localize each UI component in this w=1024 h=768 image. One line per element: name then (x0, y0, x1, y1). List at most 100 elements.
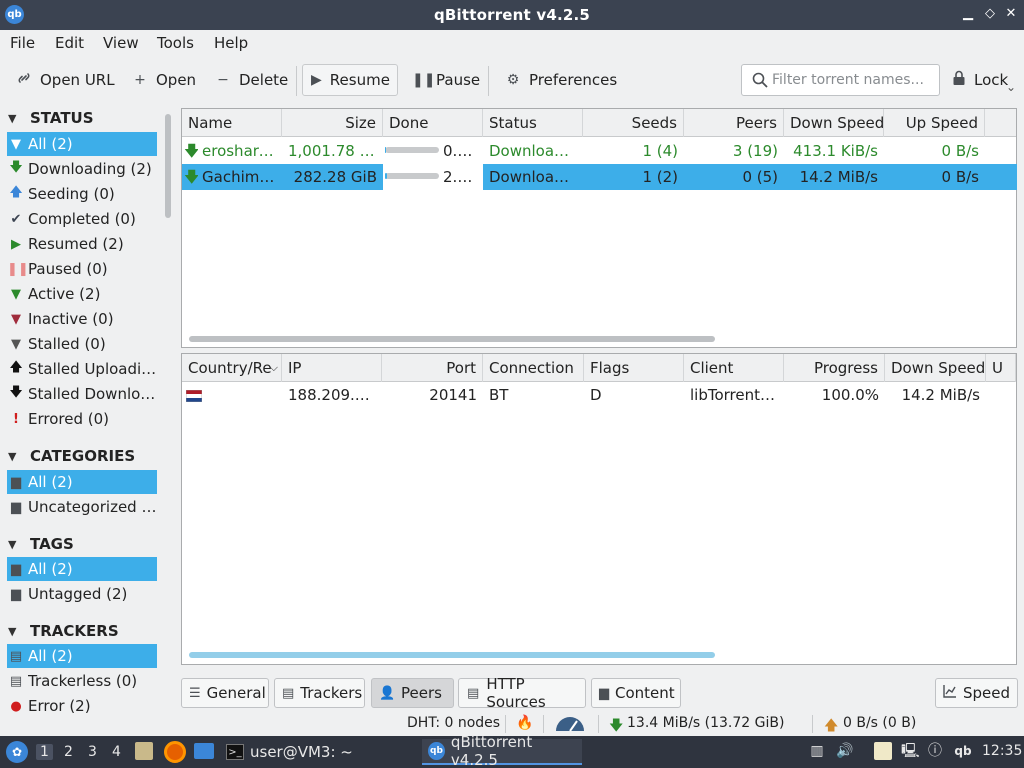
column-name[interactable]: Name (182, 109, 282, 137)
peers-list-hscrollbar[interactable] (189, 652, 715, 658)
status-item-all[interactable]: ▼ All (2) (7, 132, 157, 156)
torrent-list[interactable]: Name Size Done Status Seeds Peers Down S… (181, 108, 1017, 348)
file-manager-icon[interactable] (135, 742, 153, 760)
column-status[interactable]: Status (483, 109, 583, 137)
sidebar-scrollbar-thumb[interactable] (165, 114, 171, 218)
column-up-speed[interactable]: Up Speed (884, 109, 985, 137)
tab-content[interactable]: ▆ Content (591, 678, 681, 708)
resume-button[interactable]: ▶ Resume (302, 64, 398, 96)
volume-tray-icon[interactable]: 🔊 (836, 742, 854, 760)
categories-section-header[interactable]: ▼ CATEGORIES (8, 445, 135, 467)
upload-speed-status[interactable]: 0 B/s (0 B) (843, 715, 916, 731)
column-port[interactable]: Port (382, 354, 483, 382)
tracker-item-all[interactable]: ▤ All (2) (7, 644, 157, 668)
folder-icon: ▆ (11, 499, 21, 515)
peers-list[interactable]: Country/Re ⌵ IP Port Connection Flags Cl… (181, 353, 1017, 665)
filter-search-box[interactable] (741, 64, 940, 96)
speed-button[interactable]: Speed (935, 678, 1018, 708)
workspace-2[interactable]: 2 (64, 744, 73, 760)
open-button[interactable]: + Open (124, 64, 204, 96)
toolbar-overflow-chevron-icon[interactable]: ⌄ (1006, 80, 1016, 94)
collapse-arrow-icon: ▼ (8, 624, 17, 638)
clipboard-tray-icon[interactable]: ▥ (808, 742, 826, 760)
status-section-header[interactable]: ▼ STATUS (8, 107, 94, 129)
tracker-item-label: Trackerless (0) (28, 672, 138, 690)
workspace-3[interactable]: 3 (88, 744, 97, 760)
menu-view[interactable]: View (103, 34, 139, 52)
qbittorrent-tray-icon[interactable]: qb (954, 742, 972, 760)
tracker-item-trackerless[interactable]: ▤ Trackerless (0) (7, 669, 157, 693)
column-down-speed[interactable]: Down Speed (784, 109, 884, 137)
menu-edit[interactable]: Edit (55, 34, 84, 52)
torrent-progress-bar (385, 173, 439, 179)
start-menu-icon[interactable]: ✿ (6, 741, 28, 763)
trackers-section-header[interactable]: ▼ TRACKERS (8, 620, 119, 642)
network-tray-icon[interactable]: 🖳 (901, 742, 920, 760)
taskbar-terminal[interactable]: >_ user@VM3: ~ (222, 739, 357, 765)
status-item-stalled-downloading[interactable]: 🡇 Stalled Downloa… (7, 382, 157, 406)
status-item-active[interactable]: ▼ Active (2) (7, 282, 157, 306)
tracker-item-error[interactable]: ● Error (2) (7, 694, 157, 714)
maximize-button[interactable]: ◇ (980, 4, 1000, 24)
taskbar-qbittorrent[interactable]: qb qBittorrent v4.2.5 (422, 733, 582, 768)
category-item-uncategorized[interactable]: ▆ Uncategorized (2) (7, 495, 157, 519)
status-item-seeding[interactable]: 🡅 Seeding (0) (7, 182, 157, 206)
column-ip[interactable]: IP (282, 354, 382, 382)
tag-item-all[interactable]: ▆ All (2) (7, 557, 157, 581)
workspace-1[interactable]: 1 (36, 744, 53, 760)
tags-section-header[interactable]: ▼ TAGS (8, 533, 74, 555)
column-country[interactable]: Country/Re ⌵ (182, 354, 282, 382)
status-item-stalled-uploading[interactable]: 🡅 Stalled Uploadi… (7, 357, 157, 381)
connection-status-icon[interactable]: 🔥 (516, 715, 533, 731)
pause-button[interactable]: ❚❚ Pause (404, 64, 488, 96)
column-seeds[interactable]: Seeds (583, 109, 684, 137)
toolbar-separator (296, 66, 297, 96)
status-item-stalled[interactable]: ▼ Stalled (0) (7, 332, 157, 356)
checkmark-icon: ✔ (10, 211, 22, 227)
column-flags[interactable]: Flags (584, 354, 684, 382)
desktop-icon[interactable] (194, 743, 214, 759)
notes-tray-icon[interactable] (874, 742, 892, 760)
workspace-4[interactable]: 4 (112, 744, 121, 760)
tab-peers[interactable]: 👤 Peers (371, 678, 454, 708)
column-done[interactable]: Done (383, 109, 483, 137)
notification-tray-icon[interactable]: ⓘ (926, 742, 944, 760)
tab-trackers[interactable]: ▤ Trackers (274, 678, 365, 708)
status-item-completed[interactable]: ✔ Completed (0) (7, 207, 157, 231)
lock-button[interactable]: Lock (952, 70, 1008, 90)
torrent-row[interactable]: 🡇 eroshare… 1,001.78 GiB 0.7% Downloadin… (182, 138, 1016, 164)
column-peers[interactable]: Peers (684, 109, 784, 137)
preferences-button[interactable]: ⚙ Preferences (497, 64, 625, 96)
minimize-button[interactable]: ▁ (958, 4, 978, 24)
tab-http-sources[interactable]: ▤ HTTP Sources (458, 675, 586, 711)
open-url-button[interactable]: Open URL (8, 64, 123, 96)
status-item-downloading[interactable]: 🡇 Downloading (2) (7, 157, 157, 181)
firefox-icon[interactable] (164, 741, 186, 763)
status-item-paused[interactable]: ❚❚ Paused (0) (7, 257, 157, 281)
clock[interactable]: 12:35 (982, 743, 1022, 759)
column-connection[interactable]: Connection (483, 354, 584, 382)
downloading-arrow-icon: 🡇 (184, 142, 198, 160)
delete-button[interactable]: − Delete (207, 64, 296, 96)
menu-file[interactable]: File (10, 34, 35, 52)
close-button[interactable]: ✕ (1001, 4, 1021, 24)
torrent-list-hscrollbar[interactable] (189, 336, 715, 342)
column-progress[interactable]: Progress (784, 354, 885, 382)
column-client[interactable]: Client (684, 354, 784, 382)
tab-general[interactable]: ☰ General (181, 678, 269, 708)
status-item-errored[interactable]: ! Errored (0) (7, 407, 157, 431)
column-peer-down-speed[interactable]: Down Speed (885, 354, 986, 382)
menu-help[interactable]: Help (214, 34, 248, 52)
filter-torrent-input[interactable] (772, 70, 932, 90)
peer-row[interactable]: 188.209.56.… 20141 BT D libTorrent … 100… (182, 382, 1016, 408)
column-upload-truncated[interactable]: U (986, 354, 1016, 382)
category-item-all[interactable]: ▆ All (2) (7, 470, 157, 494)
menu-tools[interactable]: Tools (157, 34, 194, 52)
torrent-row-selected[interactable]: 🡇 Gachimu… 282.28 GiB 2.2% Downloading 1… (182, 164, 1017, 190)
status-item-resumed[interactable]: ▶ Resumed (2) (7, 232, 157, 256)
column-size[interactable]: Size (282, 109, 383, 137)
sidebar-scrollbar[interactable] (163, 104, 173, 712)
tag-item-untagged[interactable]: ▆ Untagged (2) (7, 582, 157, 606)
status-item-inactive[interactable]: ▼ Inactive (0) (7, 307, 157, 331)
download-speed-status[interactable]: 13.4 MiB/s (13.72 GiB) (627, 715, 784, 731)
